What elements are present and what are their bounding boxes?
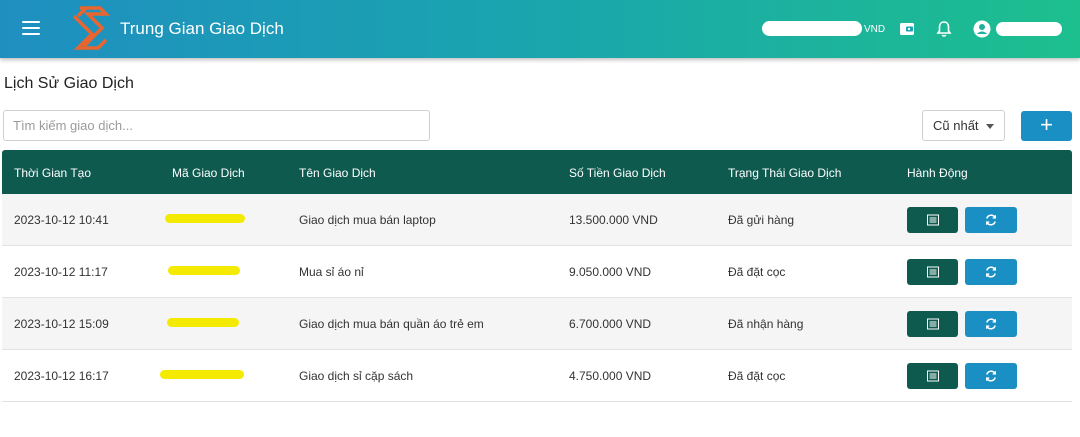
add-transaction-button[interactable]: + <box>1021 111 1072 141</box>
redacted-transaction-code <box>165 214 245 223</box>
cell-transaction-name: Giao dịch sỉ cặp sách <box>299 369 414 383</box>
account-icon[interactable] <box>973 20 991 38</box>
view-detail-button[interactable] <box>907 311 958 337</box>
header-created-time[interactable]: Thời Gian Tạo <box>14 166 91 180</box>
header-transaction-name[interactable]: Tên Giao Dịch <box>299 166 376 180</box>
table-row: 2023-10-12 10:41 Giao dịch mua bán lapto… <box>2 194 1072 246</box>
cell-status: Đã nhận hàng <box>728 317 804 331</box>
brand-title[interactable]: Trung Gian Giao Dịch <box>120 19 284 39</box>
table-row: 2023-10-12 11:17 Mua sỉ áo nỉ 9.050.000 … <box>2 246 1072 298</box>
redacted-transaction-code <box>160 370 244 379</box>
view-detail-button[interactable] <box>907 207 958 233</box>
cell-transaction-name: Mua sỉ áo nỉ <box>299 265 364 279</box>
redacted-username <box>996 22 1062 36</box>
cell-status: Đã đặt cọc <box>728 369 786 383</box>
table-header: Thời Gian Tạo Mã Giao Dịch Tên Giao Dịch… <box>2 150 1072 194</box>
cell-status: Đã đặt cọc <box>728 265 786 279</box>
sort-select[interactable]: Cũ nhất <box>922 110 1005 141</box>
cell-transaction-name: Giao dịch mua bán quần áo trẻ em <box>299 317 484 331</box>
list-icon <box>926 318 939 330</box>
table-row: 2023-10-12 15:09 Giao dịch mua bán quần … <box>2 298 1072 350</box>
cell-created-time: 2023-10-12 15:09 <box>14 317 109 331</box>
cell-status: Đã gửi hàng <box>728 213 795 227</box>
redacted-balance <box>762 21 862 36</box>
transactions-table: Thời Gian Tạo Mã Giao Dịch Tên Giao Dịch… <box>2 150 1072 402</box>
logo-icon <box>72 6 111 50</box>
refresh-button[interactable] <box>965 259 1017 285</box>
wallet-icon[interactable] <box>899 21 915 37</box>
refresh-icon <box>986 370 996 382</box>
bell-icon[interactable] <box>936 20 952 38</box>
cell-amount: 6.700.000 VND <box>569 317 652 331</box>
page-title: Lịch Sử Giao Dịch <box>4 75 134 92</box>
refresh-icon <box>986 266 996 278</box>
refresh-icon <box>986 214 996 226</box>
sort-selected-value: Cũ nhất <box>933 118 979 133</box>
refresh-button[interactable] <box>965 311 1017 337</box>
cell-created-time: 2023-10-12 11:17 <box>14 265 108 279</box>
refresh-button[interactable] <box>965 363 1017 389</box>
balance-currency: VND <box>864 24 886 35</box>
header-transaction-code[interactable]: Mã Giao Dịch <box>172 166 245 180</box>
list-icon <box>926 370 939 382</box>
header-amount[interactable]: Số Tiền Giao Dịch <box>569 166 666 180</box>
top-app-bar: Trung Gian Giao Dịch VND <box>0 0 1080 58</box>
cell-created-time: 2023-10-12 10:41 <box>14 213 109 227</box>
refresh-icon <box>986 318 996 330</box>
cell-created-time: 2023-10-12 16:17 <box>14 369 109 383</box>
table-row: 2023-10-12 16:17 Giao dịch sỉ cặp sách 4… <box>2 350 1072 402</box>
header-status[interactable]: Trạng Thái Giao Dịch <box>728 166 841 180</box>
cell-amount: 4.750.000 VND <box>569 369 652 383</box>
header-actions: Hành Động <box>907 166 968 180</box>
search-input[interactable] <box>3 110 430 141</box>
cell-amount: 13.500.000 VND <box>569 213 658 227</box>
cell-transaction-name: Giao dịch mua bán laptop <box>299 213 436 227</box>
chevron-down-icon <box>986 124 994 129</box>
menu-icon[interactable] <box>22 21 40 35</box>
list-icon <box>926 214 939 226</box>
redacted-transaction-code <box>168 266 240 275</box>
list-icon <box>926 266 939 278</box>
view-detail-button[interactable] <box>907 259 958 285</box>
refresh-button[interactable] <box>965 207 1017 233</box>
cell-amount: 9.050.000 VND <box>569 265 652 279</box>
view-detail-button[interactable] <box>907 363 958 389</box>
redacted-transaction-code <box>167 318 239 327</box>
